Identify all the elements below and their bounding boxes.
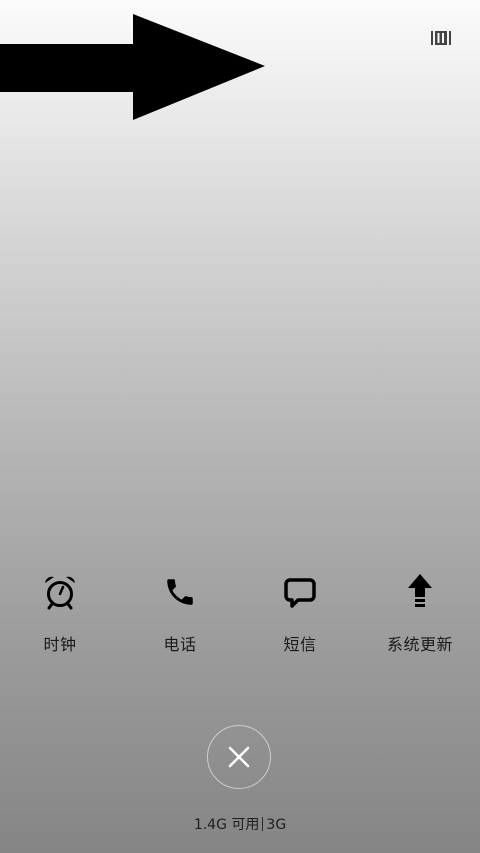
right-arrow-icon bbox=[0, 14, 265, 120]
divider bbox=[262, 817, 264, 831]
memory-status: 1.4G 可用 3G bbox=[0, 815, 480, 835]
quick-action-label: 时钟 bbox=[43, 635, 77, 654]
alarm-clock-icon bbox=[40, 572, 80, 612]
clear-all-button[interactable] bbox=[207, 725, 271, 789]
quick-action-system-update[interactable]: 系统更新 bbox=[360, 570, 480, 670]
quick-action-phone[interactable]: 电话 bbox=[120, 570, 240, 670]
quick-action-label: 系统更新 bbox=[386, 635, 453, 654]
upload-arrow-icon bbox=[400, 572, 440, 612]
close-icon bbox=[228, 746, 250, 768]
quick-action-clock[interactable]: 时钟 bbox=[0, 570, 120, 670]
quick-actions-bar: 时钟 电话 短信 系统更新 bbox=[0, 570, 480, 670]
quick-action-label: 短信 bbox=[283, 635, 317, 654]
phone-icon bbox=[160, 572, 200, 612]
quick-action-messages[interactable]: 短信 bbox=[240, 570, 360, 670]
memory-total: 3G bbox=[266, 817, 287, 833]
recent-apps-icon[interactable] bbox=[431, 30, 451, 46]
message-icon bbox=[280, 572, 320, 612]
quick-action-label: 电话 bbox=[163, 635, 197, 654]
memory-available: 1.4G 可用 bbox=[193, 817, 260, 833]
